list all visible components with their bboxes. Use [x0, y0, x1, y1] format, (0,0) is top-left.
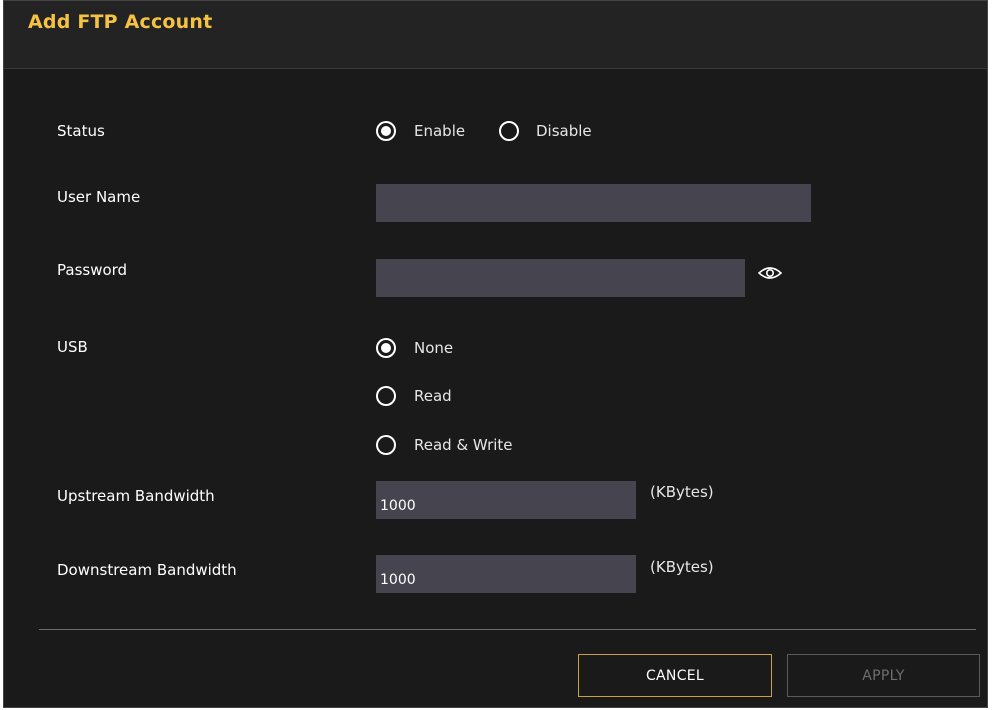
eye-icon[interactable]: [758, 265, 782, 281]
usb-label: USB: [57, 338, 88, 356]
add-ftp-account-dialog: Add FTP Account Status Enable Disable Us…: [3, 0, 988, 708]
usb-read-write-radio[interactable]: [376, 435, 396, 455]
cancel-button[interactable]: CANCEL: [578, 654, 772, 697]
downstream-unit: (KBytes): [650, 558, 714, 576]
password-input[interactable]: [376, 259, 745, 297]
usb-none-radio[interactable]: [376, 338, 396, 358]
status-disable-radio[interactable]: [499, 121, 519, 141]
status-label: Status: [57, 122, 105, 140]
dialog-title: Add FTP Account: [28, 11, 213, 33]
usb-none-label[interactable]: None: [414, 339, 453, 357]
upstream-bandwidth-input[interactable]: [376, 481, 636, 519]
upstream-unit: (KBytes): [650, 483, 714, 501]
status-enable-label[interactable]: Enable: [414, 122, 465, 140]
usb-read-write-label[interactable]: Read & Write: [414, 436, 513, 454]
dialog-titlebar: Add FTP Account: [4, 1, 987, 69]
apply-button[interactable]: APPLY: [787, 654, 980, 697]
user-name-label: User Name: [57, 188, 141, 206]
downstream-bandwidth-input[interactable]: [376, 555, 636, 593]
footer-divider: [39, 629, 976, 630]
status-enable-radio[interactable]: [376, 121, 396, 141]
usb-read-radio[interactable]: [376, 386, 396, 406]
password-label: Password: [57, 261, 128, 279]
status-disable-label[interactable]: Disable: [536, 122, 592, 140]
usb-read-label[interactable]: Read: [414, 387, 452, 405]
upstream-bandwidth-label: Upstream Bandwidth: [57, 487, 215, 505]
user-name-input[interactable]: [376, 184, 811, 222]
downstream-bandwidth-label: Downstream Bandwidth: [57, 561, 237, 579]
